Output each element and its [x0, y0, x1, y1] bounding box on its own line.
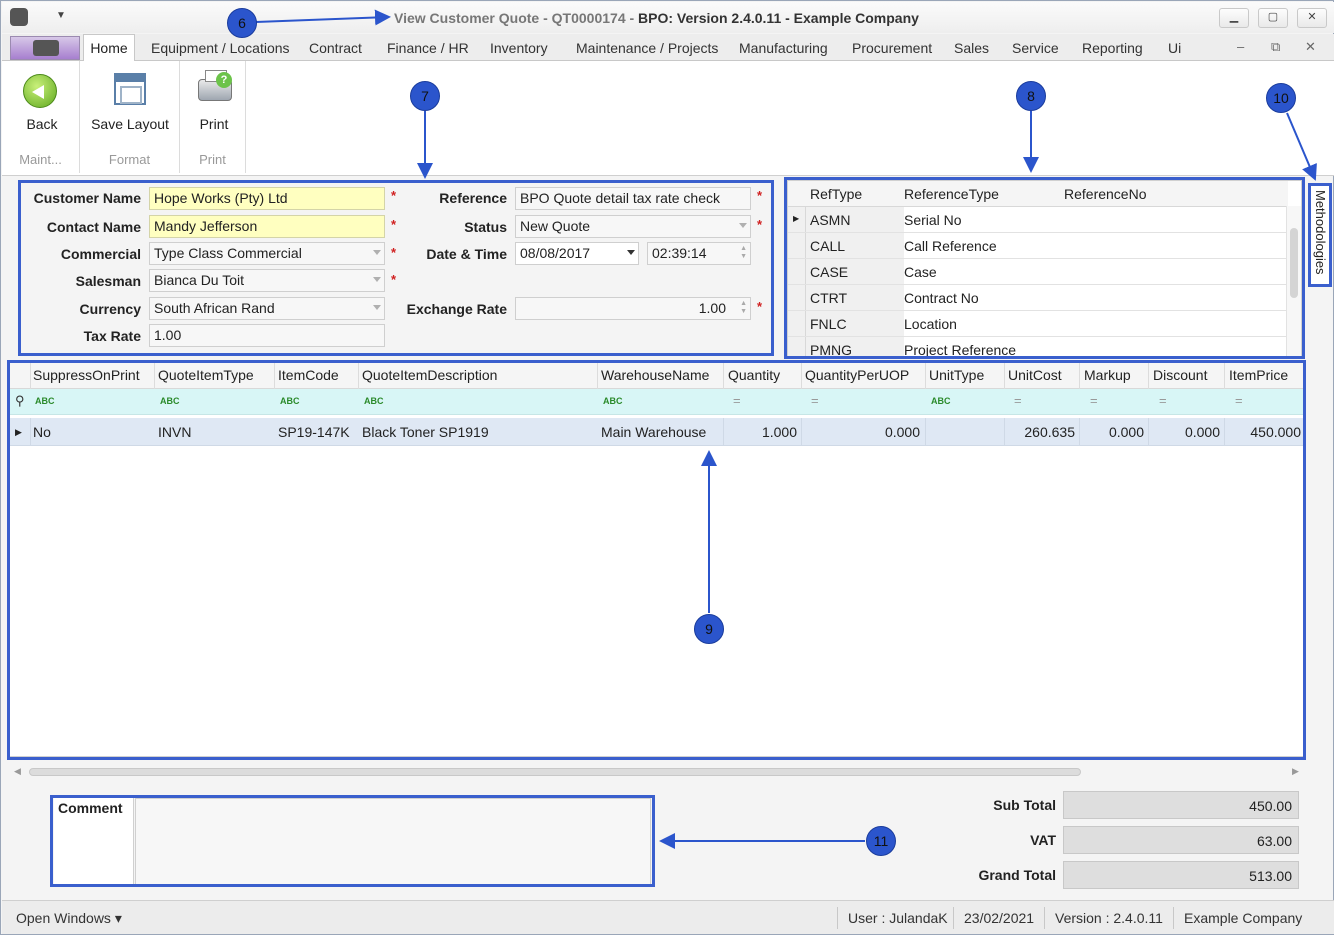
callout-8: 8 [1016, 81, 1046, 111]
callout-10: 10 [1266, 83, 1296, 113]
callout-6: 6 [227, 8, 257, 38]
callout-11: 11 [866, 826, 896, 856]
app-window: ▼ View Customer Quote - QT0000174 - BPO:… [0, 0, 1334, 935]
callout-7: 7 [410, 81, 440, 111]
annotation-arrow-10 [1286, 112, 1317, 181]
annotation-arrow-6 [255, 9, 391, 26]
annotation-arrows [255, 9, 1317, 849]
callout-9: 9 [694, 614, 724, 644]
